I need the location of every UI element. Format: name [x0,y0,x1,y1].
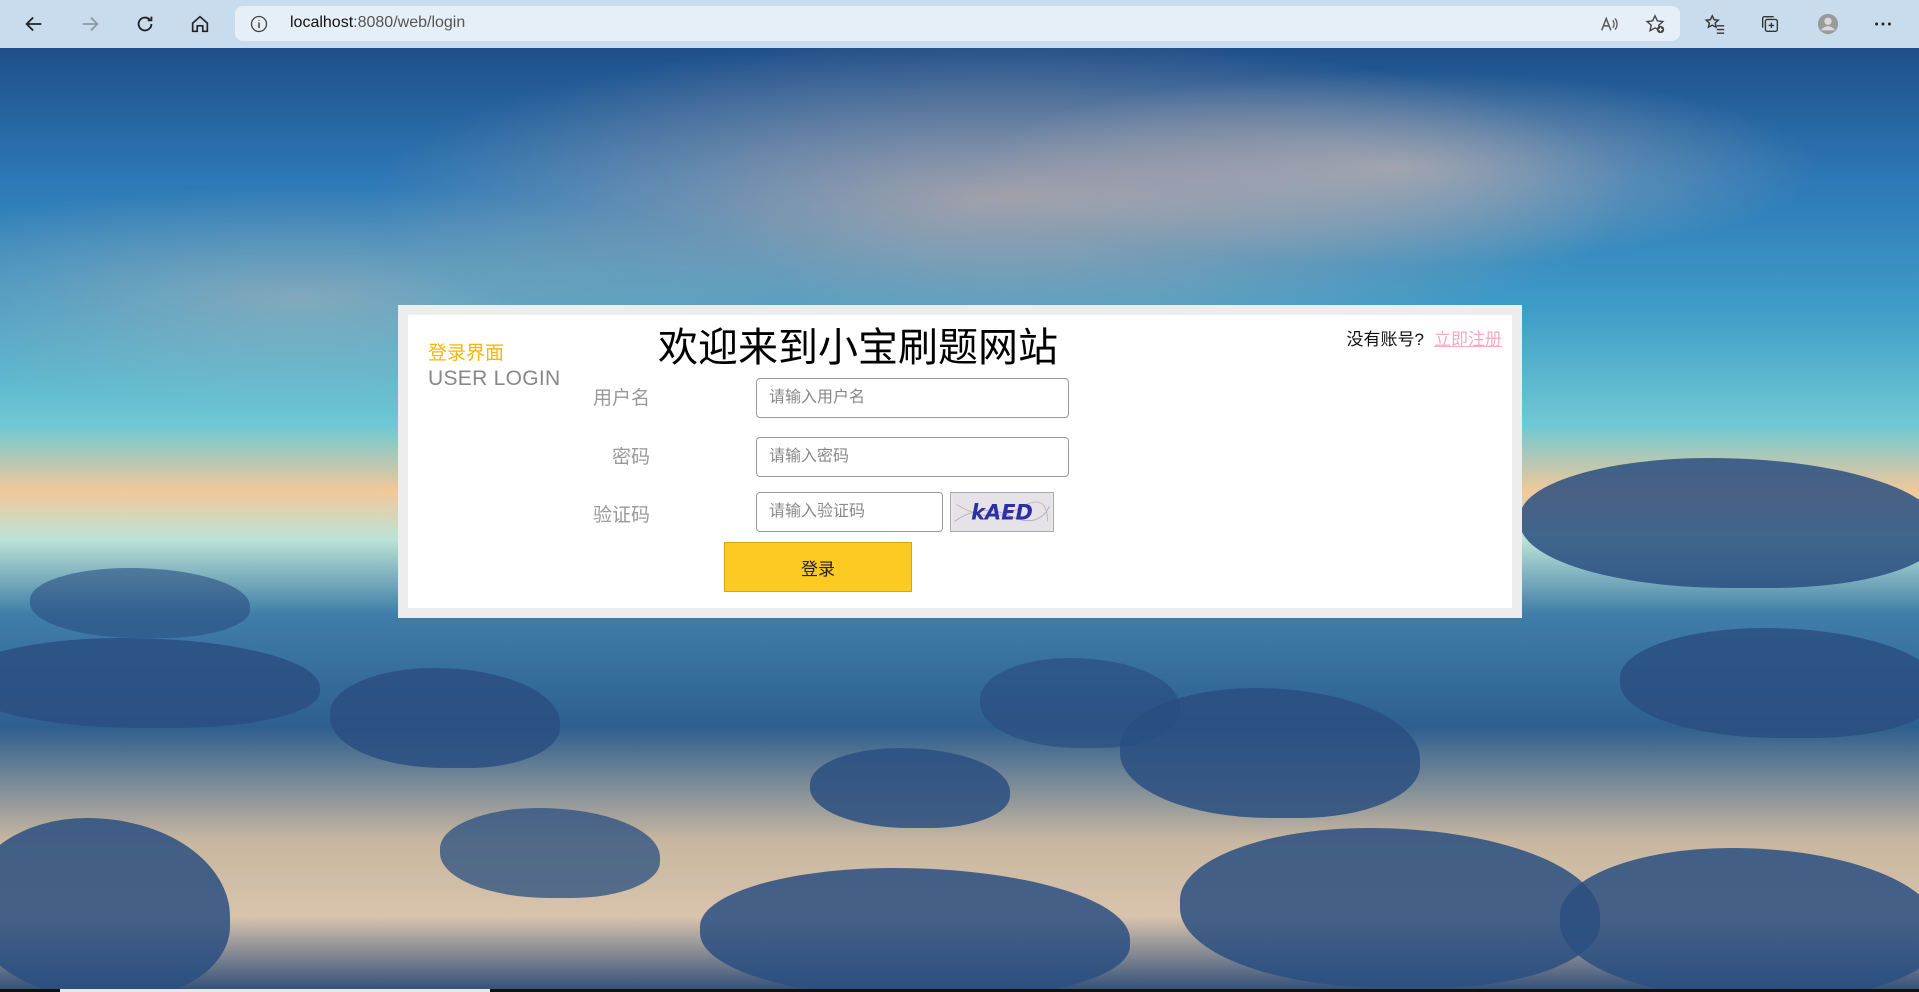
read-aloud-icon [1600,16,1618,31]
username-label: 用户名 [592,388,650,409]
register-question: 没有账号? [1346,330,1424,349]
rock [0,638,320,728]
favorites-button[interactable] [1697,6,1733,42]
back-button[interactable] [16,6,52,42]
password-label: 密码 [611,447,650,468]
refresh-button[interactable] [127,6,163,42]
rock [1520,458,1919,588]
add-favorite-button[interactable] [1644,13,1666,35]
captcha-image[interactable]: kAED [950,492,1054,532]
captcha-graphic: kAED [952,493,1052,531]
info-icon[interactable] [249,14,269,34]
rock [810,748,1010,828]
address-bar[interactable]: localhost:8080/web/login [235,6,1680,41]
arrow-left-icon [25,16,42,32]
rock [440,808,660,898]
captcha-input[interactable] [756,492,943,532]
browser-toolbar: localhost:8080/web/login [0,0,1919,48]
side-title-en: USER LOGIN [428,367,561,390]
rock [700,868,1130,992]
register-link[interactable]: 立即注册 [1434,330,1502,349]
avatar-icon [1817,13,1839,35]
favorites-icon [1704,14,1725,34]
login-panel: 登录界面 USER LOGIN 欢迎来到小宝刷题网站 没有账号? 立即注册 用户名… [398,305,1522,618]
collections-button[interactable] [1752,6,1788,42]
login-panel-inner: 登录界面 USER LOGIN 欢迎来到小宝刷题网站 没有账号? 立即注册 用户名… [408,315,1512,608]
rock [1620,628,1919,738]
read-aloud-button[interactable] [1598,13,1620,35]
rock [1560,848,1919,992]
rock [0,818,230,992]
rock [330,668,560,768]
side-title: 登录界面 USER LOGIN [428,342,561,392]
register-prompt: 没有账号? 立即注册 [1347,325,1502,350]
username-input[interactable] [756,378,1069,418]
collections-icon [1761,15,1779,33]
url-path: :8080/web/login [353,14,466,31]
profile-button[interactable] [1810,6,1846,42]
refresh-icon [137,16,153,32]
rock [980,658,1180,748]
side-title-cn: 登录界面 [428,343,505,364]
login-button[interactable]: 登录 [724,542,912,592]
url-text[interactable]: localhost:8080/web/login [290,14,465,32]
home-button[interactable] [182,6,218,42]
star-add-icon [1645,14,1665,34]
page-title: 欢迎来到小宝刷题网站 [658,325,1058,371]
arrow-right-icon [82,16,99,32]
captcha-label: 验证码 [592,505,650,526]
forward-button[interactable] [72,6,108,42]
more-menu-button[interactable] [1865,6,1901,42]
url-host: localhost [290,14,354,31]
home-icon [191,15,209,33]
rock [1180,828,1600,988]
password-input[interactable] [756,437,1069,477]
more-horizontal-icon [1875,22,1891,26]
captcha-text: kAED [971,501,1033,525]
rock [30,568,250,638]
